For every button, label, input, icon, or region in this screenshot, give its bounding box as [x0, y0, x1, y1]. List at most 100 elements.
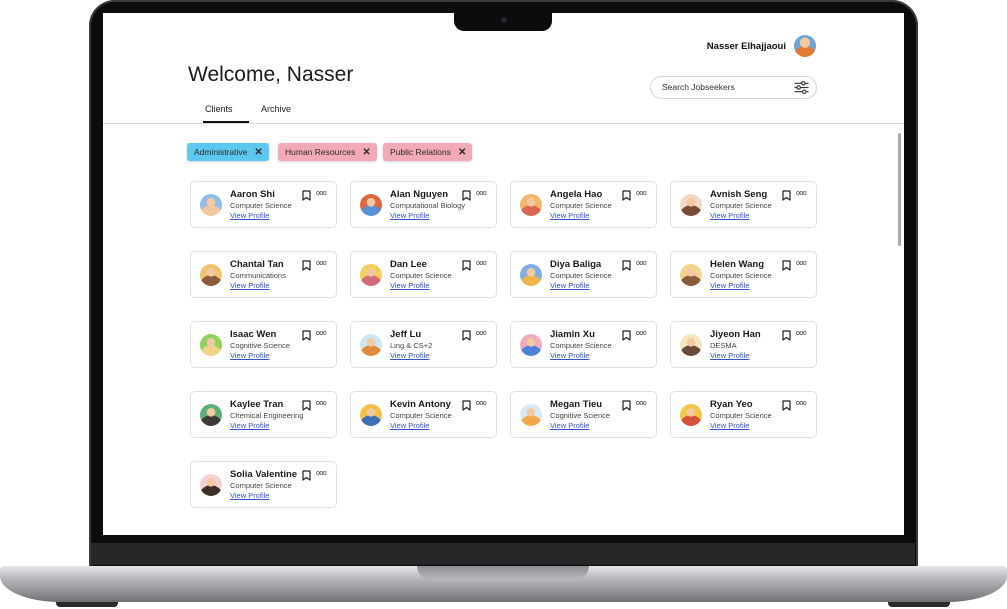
- tab-archive[interactable]: Archive: [261, 104, 291, 114]
- client-major: Computer Science: [390, 411, 452, 420]
- client-name: Jiamin Xu: [550, 329, 595, 340]
- more-options-icon[interactable]: ooo: [796, 190, 807, 197]
- more-options-icon[interactable]: ooo: [316, 260, 327, 267]
- bookmark-icon[interactable]: [622, 190, 631, 201]
- bookmark-icon[interactable]: [462, 260, 471, 271]
- bookmark-icon[interactable]: [462, 400, 471, 411]
- more-options-icon[interactable]: ooo: [476, 260, 487, 267]
- bookmark-icon[interactable]: [782, 330, 791, 341]
- bookmark-icon[interactable]: [782, 400, 791, 411]
- view-profile-link[interactable]: View Profile: [230, 281, 269, 290]
- client-major: Computer Science: [550, 201, 612, 210]
- bookmark-icon[interactable]: [782, 190, 791, 201]
- more-options-icon[interactable]: ooo: [796, 400, 807, 407]
- client-major: Computational Biology: [390, 201, 466, 210]
- client-avatar: [360, 404, 382, 426]
- filter-chip-public-relations: Public Relations ✕: [383, 143, 473, 161]
- client-card[interactable]: Jiyeon Han DESMA View Profile ooo: [670, 321, 817, 368]
- view-profile-link[interactable]: View Profile: [390, 281, 429, 290]
- tab-clients[interactable]: Clients: [203, 104, 248, 123]
- client-major: Computer Science: [230, 481, 292, 490]
- more-options-icon[interactable]: ooo: [636, 190, 647, 197]
- more-options-icon[interactable]: ooo: [476, 190, 487, 197]
- client-card[interactable]: Angela Hao Computer Science View Profile oo…: [510, 181, 657, 228]
- more-options-icon[interactable]: ooo: [316, 470, 327, 477]
- view-profile-link[interactable]: View Profile: [230, 491, 269, 500]
- client-name: Aaron Shi: [230, 189, 275, 200]
- view-profile-link[interactable]: View Profile: [710, 351, 749, 360]
- scrollbar[interactable]: [898, 133, 901, 246]
- bookmark-icon[interactable]: [302, 470, 311, 481]
- client-name: Isaac Wen: [230, 329, 277, 340]
- more-options-icon[interactable]: ooo: [476, 330, 487, 337]
- client-avatar: [360, 264, 382, 286]
- bookmark-icon[interactable]: [302, 400, 311, 411]
- user-avatar-icon[interactable]: [794, 35, 816, 57]
- view-profile-link[interactable]: View Profile: [390, 351, 429, 360]
- client-card[interactable]: Kaylee Tran Chemical Engineering View Prof…: [190, 391, 337, 438]
- client-card[interactable]: Helen Wang Computer Science View Profile oo…: [670, 251, 817, 298]
- bookmark-icon[interactable]: [302, 260, 311, 271]
- view-profile-link[interactable]: View Profile: [230, 351, 269, 360]
- more-options-icon[interactable]: ooo: [476, 400, 487, 407]
- page-title: Welcome, Nasser: [188, 63, 354, 86]
- client-avatar: [360, 194, 382, 216]
- more-options-icon[interactable]: ooo: [796, 260, 807, 267]
- bookmark-icon[interactable]: [302, 330, 311, 341]
- client-card[interactable]: Megan Tieu Cognitive Science View Profile o…: [510, 391, 657, 438]
- bookmark-icon[interactable]: [622, 330, 631, 341]
- more-options-icon[interactable]: ooo: [636, 260, 647, 267]
- bookmark-icon[interactable]: [622, 260, 631, 271]
- bookmark-icon[interactable]: [622, 400, 631, 411]
- search-input[interactable]: Search Jobseekers: [662, 82, 735, 92]
- client-card[interactable]: Kevin Antony Computer Science View Profile…: [350, 391, 497, 438]
- bookmark-icon[interactable]: [462, 190, 471, 201]
- view-profile-link[interactable]: View Profile: [230, 211, 269, 220]
- client-card[interactable]: Diya Baliga Computer Science View Profile o…: [510, 251, 657, 298]
- remove-filter-icon[interactable]: ✕: [254, 147, 262, 158]
- more-options-icon[interactable]: ooo: [796, 330, 807, 337]
- client-card[interactable]: Jiamin Xu Computer Science View Profile ooo: [510, 321, 657, 368]
- client-major: Computer Science: [550, 341, 612, 350]
- client-name: Helen Wang: [710, 259, 765, 270]
- client-card[interactable]: Aaron Shi Computer Science View Profile ooo: [190, 181, 337, 228]
- client-card[interactable]: Alan Nguyen Computational Biology View Pro…: [350, 181, 497, 228]
- client-name: Chantal Tan: [230, 259, 284, 270]
- more-options-icon[interactable]: ooo: [636, 330, 647, 337]
- client-card[interactable]: Isaac Wen Cognitive Science View Profile oo…: [190, 321, 337, 368]
- view-profile-link[interactable]: View Profile: [550, 351, 589, 360]
- view-profile-link[interactable]: View Profile: [390, 421, 429, 430]
- client-card[interactable]: Chantal Tan Communications View Profile ooo: [190, 251, 337, 298]
- view-profile-link[interactable]: View Profile: [230, 421, 269, 430]
- client-major: Computer Science: [390, 271, 452, 280]
- client-card[interactable]: Jeff Lu Ling & CS+2 View Profile ooo: [350, 321, 497, 368]
- client-card[interactable]: Avnish Seng Computer Science View Profile o…: [670, 181, 817, 228]
- view-profile-link[interactable]: View Profile: [710, 421, 749, 430]
- more-options-icon[interactable]: ooo: [316, 400, 327, 407]
- remove-filter-icon[interactable]: ✕: [362, 147, 370, 158]
- filter-chip-label: Human Resources: [285, 147, 356, 157]
- client-card[interactable]: Dan Lee Computer Science View Profile ooo: [350, 251, 497, 298]
- bookmark-icon[interactable]: [302, 190, 311, 201]
- client-card[interactable]: Ryan Yeo Computer Science View Profile ooo: [670, 391, 817, 438]
- view-profile-link[interactable]: View Profile: [390, 211, 429, 220]
- more-options-icon[interactable]: ooo: [316, 190, 327, 197]
- sliders-icon[interactable]: [794, 80, 809, 95]
- remove-filter-icon[interactable]: ✕: [458, 147, 466, 158]
- client-major: Cognitive Science: [550, 411, 611, 420]
- view-profile-link[interactable]: View Profile: [710, 211, 749, 220]
- view-profile-link[interactable]: View Profile: [550, 211, 589, 220]
- client-major: Computer Science: [230, 201, 292, 210]
- view-profile-link[interactable]: View Profile: [710, 281, 749, 290]
- view-profile-link[interactable]: View Profile: [550, 281, 589, 290]
- client-card[interactable]: Solia Valentine Computer Science View Prof…: [190, 461, 337, 508]
- client-major: Computer Science: [710, 201, 772, 210]
- view-profile-link[interactable]: View Profile: [550, 421, 589, 430]
- more-options-icon[interactable]: ooo: [316, 330, 327, 337]
- bookmark-icon[interactable]: [462, 330, 471, 341]
- client-avatar: [520, 264, 542, 286]
- search-box[interactable]: Search Jobseekers: [650, 76, 817, 99]
- bookmark-icon[interactable]: [782, 260, 791, 271]
- user-name[interactable]: Nasser Elhajjaoui: [707, 41, 786, 52]
- more-options-icon[interactable]: ooo: [636, 400, 647, 407]
